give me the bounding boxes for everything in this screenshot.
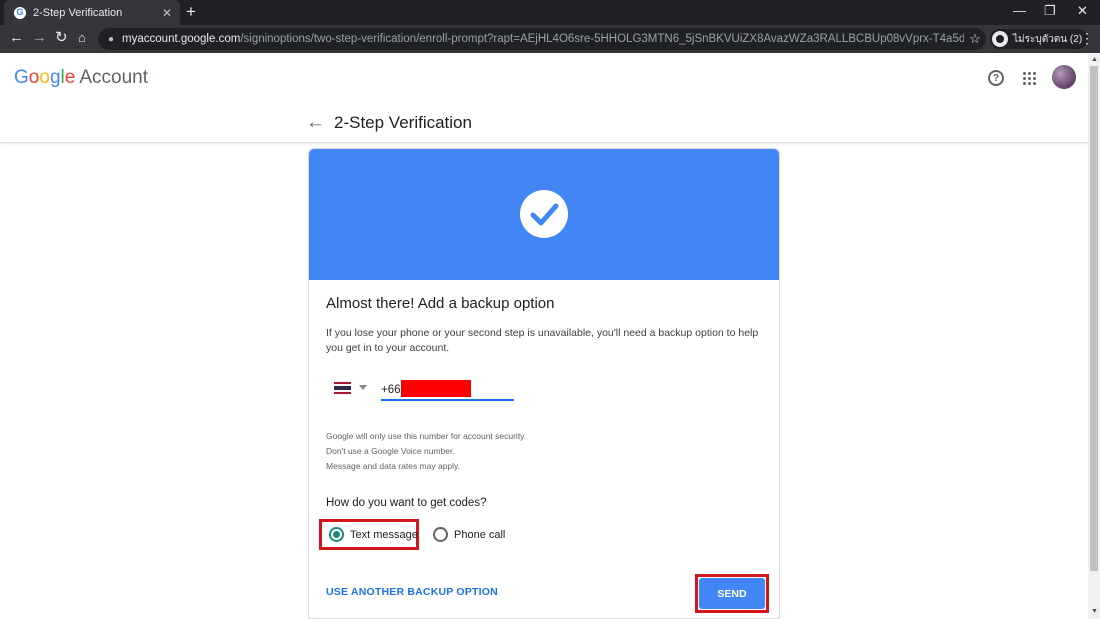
browser-tab-bar: G 2-Step Verification ✕ + — ❐ ✕ bbox=[0, 0, 1100, 25]
kebab-menu-icon[interactable]: ⋮ bbox=[1080, 31, 1094, 45]
note-line: Message and data rates may apply. bbox=[326, 461, 461, 471]
page-title: 2-Step Verification bbox=[334, 113, 472, 132]
security-notes: Google will only use this number for acc… bbox=[326, 429, 526, 474]
scrollbar-thumb[interactable] bbox=[1090, 66, 1098, 571]
use-another-backup-option-link[interactable]: USE ANOTHER BACKUP OPTION bbox=[326, 586, 498, 598]
page-back-arrow-icon[interactable]: ← bbox=[306, 113, 325, 133]
home-icon[interactable]: ⌂ bbox=[78, 30, 86, 46]
text-message-option[interactable]: Text message bbox=[319, 519, 419, 550]
maximize-icon[interactable]: ❐ bbox=[1044, 3, 1056, 19]
tab-close-icon[interactable]: ✕ bbox=[158, 6, 176, 20]
scroll-down-icon[interactable]: ▼ bbox=[1091, 608, 1098, 615]
card-heading: Almost there! Add a backup option bbox=[326, 295, 555, 312]
reload-icon[interactable]: ↻ bbox=[55, 30, 68, 46]
back-arrow-icon[interactable]: ← bbox=[9, 30, 24, 46]
google-favicon-icon: G bbox=[14, 6, 26, 19]
checkmark-icon bbox=[520, 190, 568, 238]
url-text[interactable]: myaccount.google.com/signinoptions/two-s… bbox=[122, 33, 964, 45]
logo-letter: o bbox=[28, 67, 40, 88]
favicon-letter: G bbox=[16, 7, 24, 17]
browser-toolbar: ← → ↻ ⌂ ● myaccount.google.com/signinopt… bbox=[0, 25, 1100, 53]
backup-option-card: Almost there! Add a backup option If you… bbox=[308, 148, 780, 619]
google-account-logo[interactable]: Google Account bbox=[14, 67, 148, 89]
tab-title: 2-Step Verification bbox=[33, 6, 123, 19]
phone-call-label: Phone call bbox=[454, 528, 506, 541]
new-tab-icon[interactable]: + bbox=[186, 3, 196, 20]
note-line: Don't use a Google Voice number. bbox=[326, 446, 455, 456]
card-description: If you lose your phone or your second st… bbox=[326, 327, 759, 354]
url-path: /signinoptions/two-step-verification/enr… bbox=[240, 33, 964, 45]
logo-letter: g bbox=[49, 67, 61, 88]
phone-call-radio[interactable] bbox=[433, 527, 448, 542]
incognito-profile-button[interactable]: ไม่ระบุตัวตน (2) bbox=[990, 29, 1089, 49]
thailand-flag-icon[interactable] bbox=[334, 382, 351, 394]
logo-letter: o bbox=[39, 67, 50, 88]
text-message-label: Text message bbox=[350, 528, 418, 541]
apps-grid-icon[interactable] bbox=[1023, 72, 1036, 85]
forward-arrow-icon[interactable]: → bbox=[32, 30, 47, 46]
help-icon[interactable]: ? bbox=[988, 70, 1004, 86]
address-bar[interactable]: ● myaccount.google.com/signinoptions/two… bbox=[98, 28, 986, 50]
account-header: Google Account ? ← 2-Step Verification bbox=[0, 53, 1088, 143]
star-icon[interactable]: ☆ bbox=[964, 31, 986, 47]
note-line: Google will only use this number for acc… bbox=[326, 431, 527, 441]
redaction-box bbox=[401, 380, 471, 397]
country-dropdown-arrow-icon[interactable] bbox=[359, 385, 367, 390]
phone-number-field[interactable] bbox=[381, 380, 514, 401]
close-icon[interactable]: ✕ bbox=[1077, 3, 1088, 19]
minimize-icon[interactable]: — bbox=[1013, 3, 1026, 18]
url-host: myaccount.google.com bbox=[122, 33, 241, 45]
logo-account-text: Account bbox=[79, 67, 148, 88]
avatar[interactable] bbox=[1052, 65, 1076, 89]
logo-letter: G bbox=[14, 67, 29, 88]
scroll-up-icon[interactable]: ▲ bbox=[1091, 56, 1098, 63]
send-button[interactable]: SEND bbox=[699, 578, 765, 609]
text-message-radio[interactable] bbox=[329, 527, 344, 542]
logo-letter: e bbox=[64, 67, 76, 88]
success-banner bbox=[309, 149, 779, 280]
profile-label: ไม่ระบุตัวตน (2) bbox=[1013, 33, 1083, 45]
lock-icon: ● bbox=[108, 33, 115, 45]
incognito-icon bbox=[992, 31, 1008, 47]
codes-question: How do you want to get codes? bbox=[326, 497, 487, 509]
phone-call-option[interactable]: Phone call bbox=[431, 519, 521, 550]
browser-tab[interactable]: G 2-Step Verification ✕ bbox=[4, 0, 180, 25]
